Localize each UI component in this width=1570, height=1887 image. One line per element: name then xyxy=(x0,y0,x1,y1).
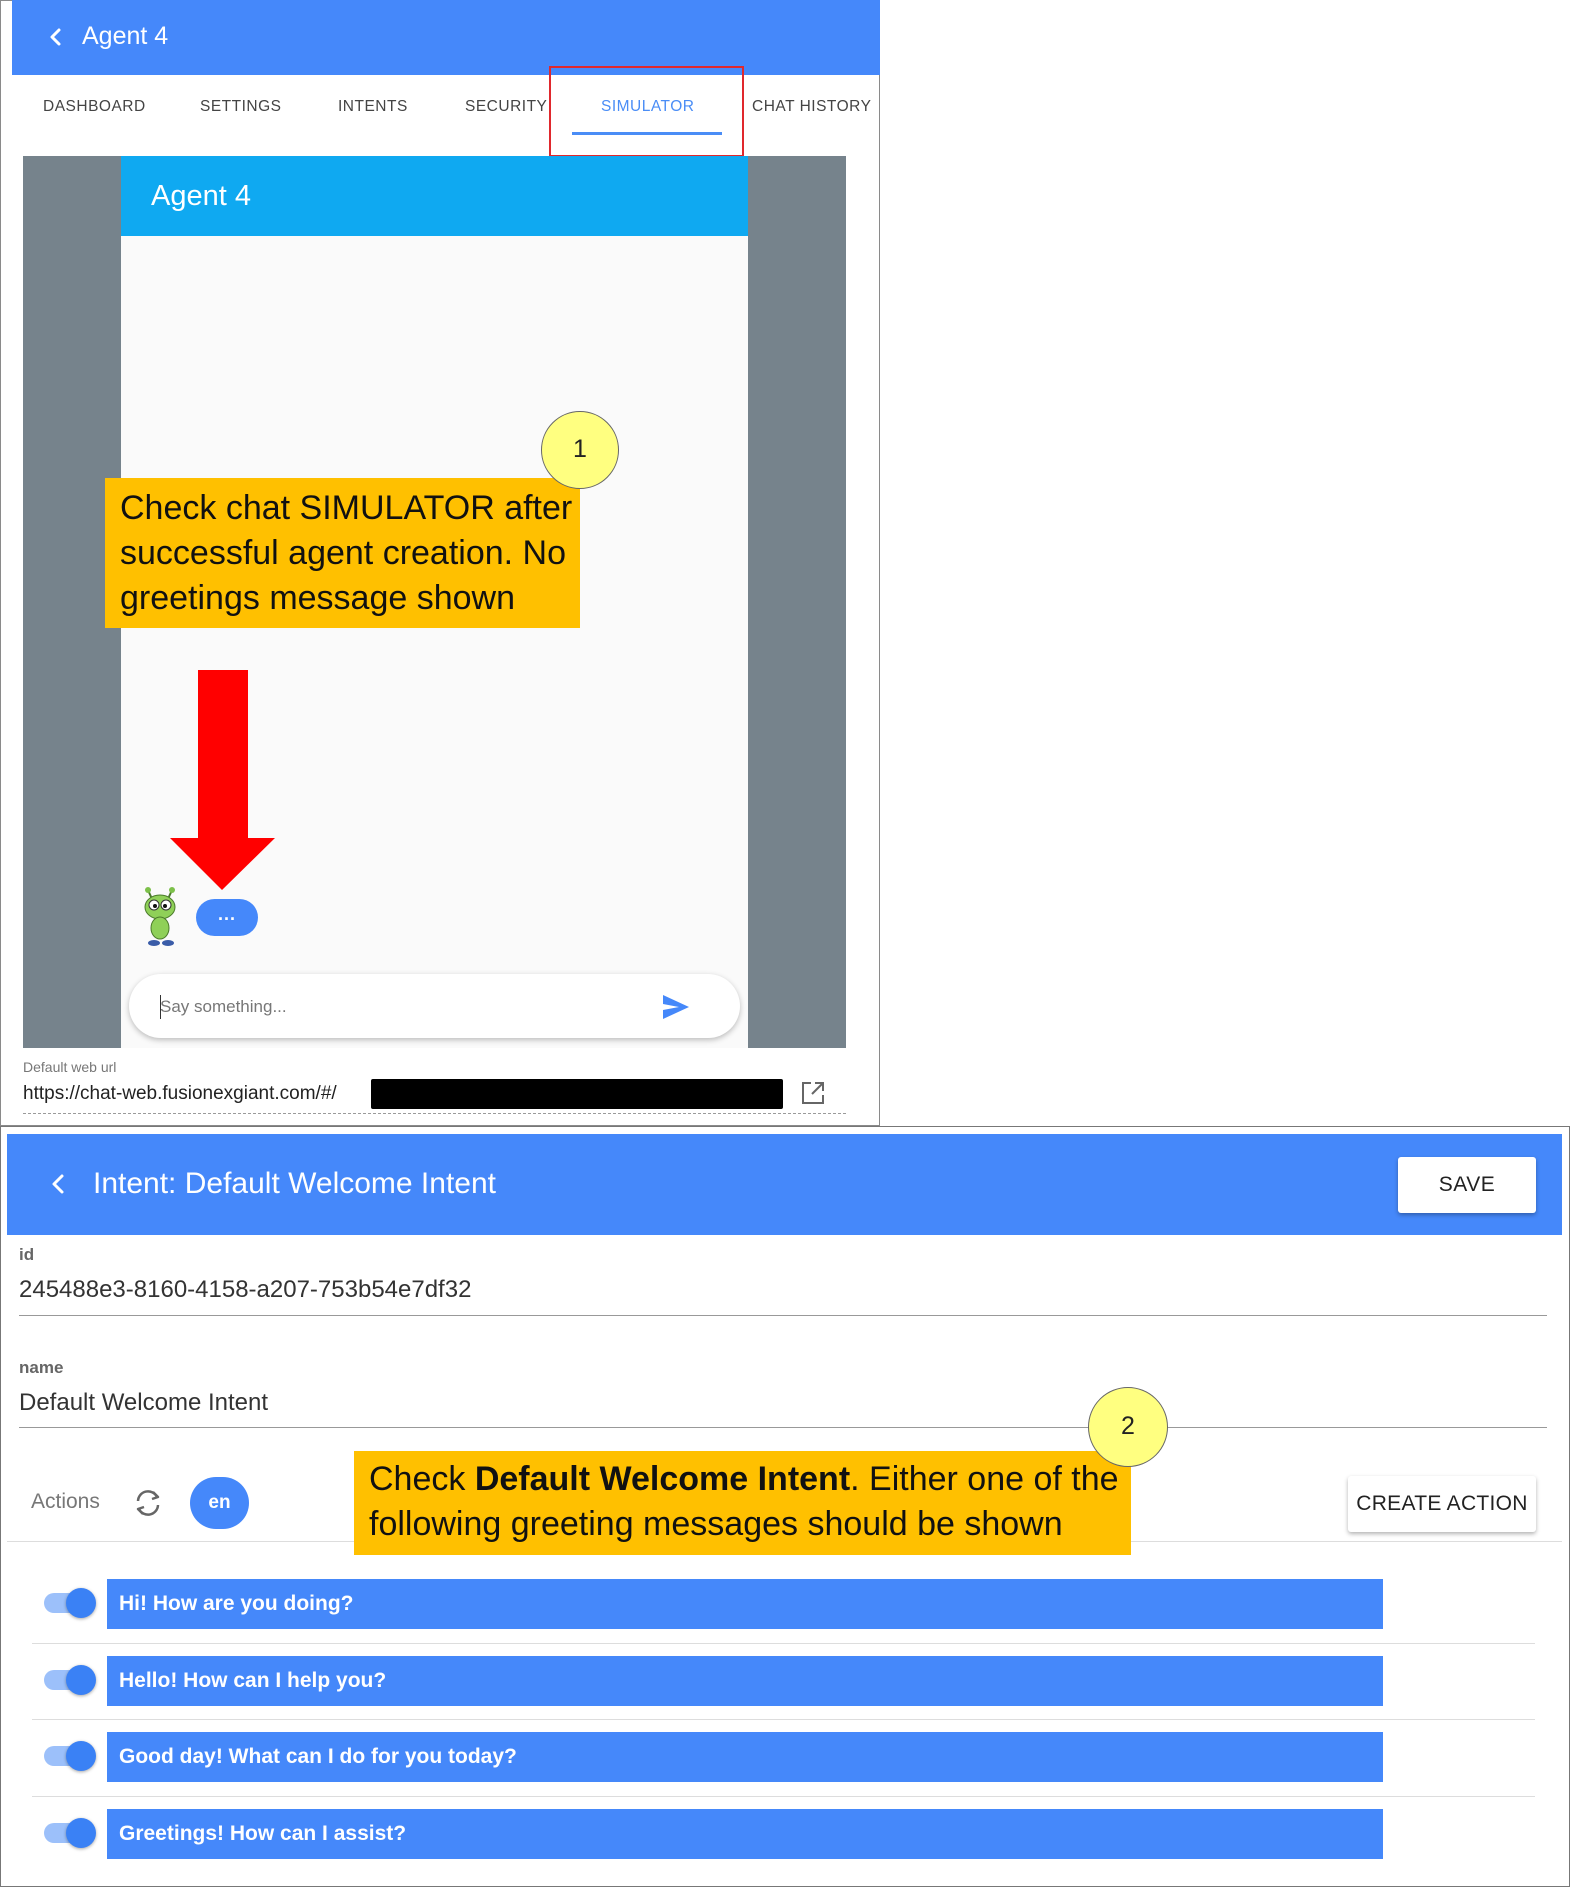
tab-intents[interactable]: INTENTS xyxy=(338,96,408,118)
text-caret xyxy=(160,995,161,1019)
message-toggle[interactable] xyxy=(44,1662,98,1698)
intent-title: Intent: Default Welcome Intent xyxy=(93,1167,496,1200)
language-chip[interactable]: en xyxy=(190,1477,249,1529)
chevron-left-icon[interactable] xyxy=(44,1166,72,1202)
message-toggle[interactable] xyxy=(44,1738,98,1774)
message-toggle[interactable] xyxy=(44,1815,98,1851)
down-arrow-icon xyxy=(170,670,275,890)
url-value[interactable]: https://chat-web.fusionexgiant.com/#/ xyxy=(23,1081,337,1107)
create-action-button[interactable]: CREATE ACTION xyxy=(1348,1476,1536,1532)
actions-label: Actions xyxy=(31,1490,100,1513)
callout-text-1: Check chat SIMULATOR after successful ag… xyxy=(120,489,573,617)
divider xyxy=(32,1643,1535,1644)
callout-text-2-start: Check xyxy=(369,1460,475,1498)
send-icon[interactable] xyxy=(660,992,692,1022)
step-badge-1: 1 xyxy=(541,411,619,489)
refresh-icon[interactable] xyxy=(131,1486,165,1520)
callout-text-2-bold: Default Welcome Intent xyxy=(474,1460,851,1498)
open-in-new-icon[interactable] xyxy=(800,1080,826,1106)
name-field[interactable]: Default Welcome Intent xyxy=(19,1387,268,1419)
name-field-underline xyxy=(19,1427,1547,1428)
chat-input-placeholder[interactable]: Say something... xyxy=(160,996,287,1018)
name-label: name xyxy=(19,1358,64,1377)
id-field-underline xyxy=(19,1315,1547,1316)
divider xyxy=(32,1719,1535,1720)
chevron-left-icon[interactable] xyxy=(42,22,70,52)
typing-indicator: ... xyxy=(196,899,258,936)
step-badge-2: 2 xyxy=(1088,1387,1168,1467)
page-title: Agent 4 xyxy=(82,22,169,50)
tab-security[interactable]: SECURITY xyxy=(465,96,547,118)
alien-bot-avatar-icon xyxy=(138,887,184,949)
greeting-message[interactable]: Hi! How are you doing? xyxy=(107,1579,1383,1629)
id-field[interactable]: 245488e3-8160-4158-a207-753b54e7df32 xyxy=(19,1274,471,1306)
greeting-message[interactable]: Good day! What can I do for you today? xyxy=(107,1732,1383,1782)
callout-text-2: Check Default Welcome Intent. Either one… xyxy=(369,1457,1129,1547)
tab-dashboard[interactable]: DASHBOARD xyxy=(43,96,146,118)
tab-settings[interactable]: SETTINGS xyxy=(200,96,282,118)
url-field-underline xyxy=(23,1113,846,1114)
divider xyxy=(32,1796,1535,1797)
tab-chat-history[interactable]: CHAT HISTORY xyxy=(752,96,871,118)
url-label: Default web url xyxy=(23,1059,117,1075)
chat-title: Agent 4 xyxy=(151,180,251,212)
message-toggle[interactable] xyxy=(44,1585,98,1621)
redacted-block xyxy=(371,1079,783,1109)
greeting-message[interactable]: Greetings! How can I assist? xyxy=(107,1809,1383,1859)
id-label: id xyxy=(19,1245,35,1264)
greeting-message[interactable]: Hello! How can I help you? xyxy=(107,1656,1383,1706)
save-button[interactable]: SAVE xyxy=(1398,1157,1536,1213)
simulator-tab-highlight xyxy=(549,66,744,157)
